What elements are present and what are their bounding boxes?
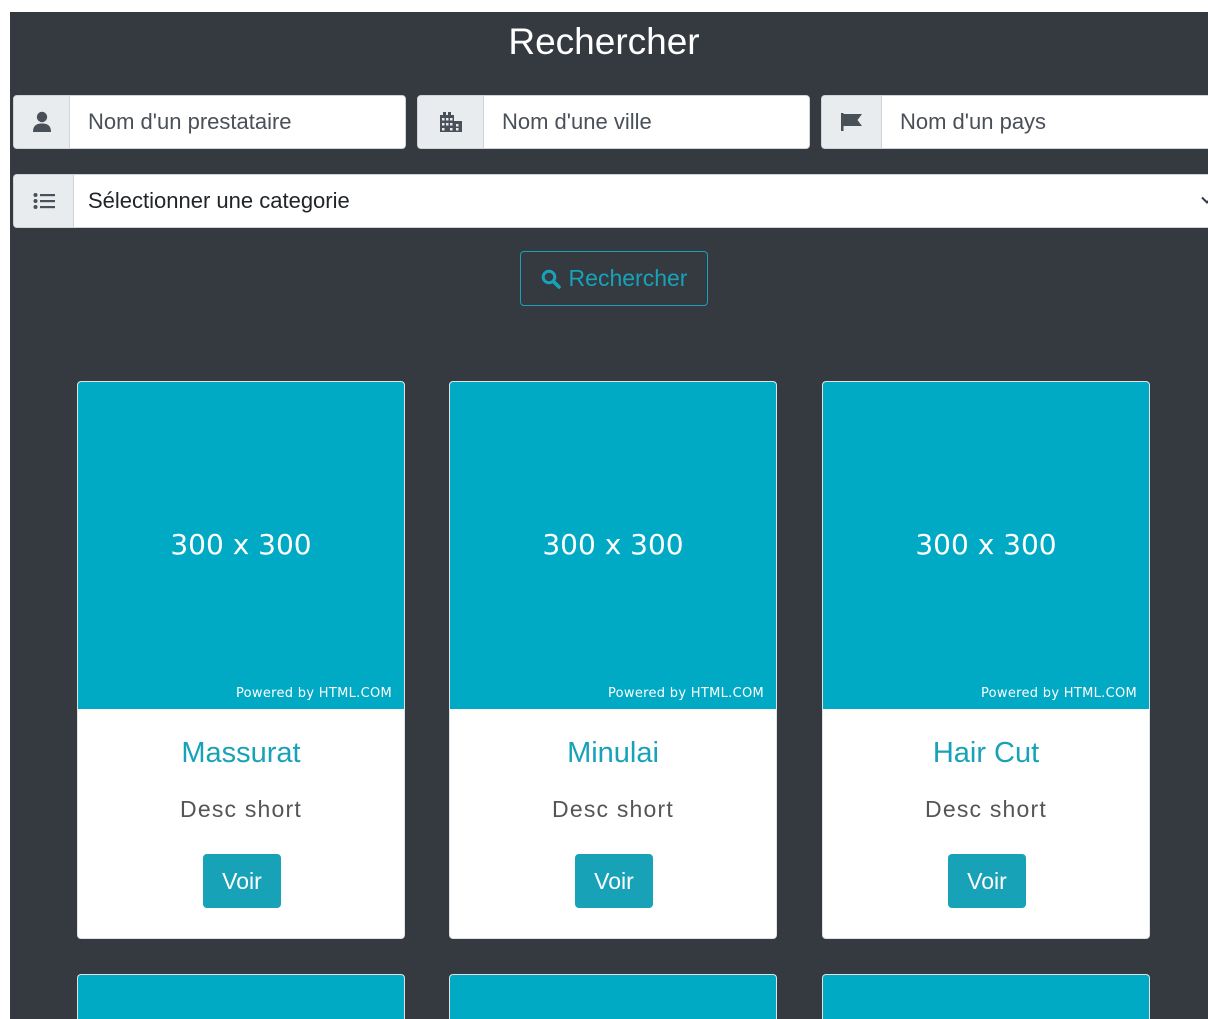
page: Rechercher Nom d'un prestataire Nom d'un…: [10, 12, 1208, 1019]
chevron-down-icon: [1201, 196, 1208, 204]
card-image: 300 x 300 Powered by HTML.COM: [78, 382, 404, 709]
provider-input-group: [13, 95, 406, 149]
provider-card: 300 x 300 Powered by HTML.COM Hair Cut D…: [822, 381, 1150, 939]
city-addon: [418, 96, 484, 148]
country-input[interactable]: [882, 96, 1208, 148]
provider-card-partial: [822, 974, 1150, 1019]
category-selected-value: Sélectionner une categorie: [88, 188, 350, 213]
city-icon: [439, 112, 462, 132]
card-image: 300 x 300 Powered by HTML.COM: [450, 382, 776, 709]
card-image-size: 300 x 300: [170, 528, 312, 561]
provider-addon: [14, 96, 70, 148]
view-button[interactable]: Voir: [948, 854, 1026, 908]
country-addon: [822, 96, 882, 148]
card-image-credit: Powered by HTML.COM: [607, 686, 764, 701]
card-image-size: 300 x 300: [915, 528, 1057, 561]
card-description: Desc short: [552, 796, 674, 822]
card-description: Desc short: [180, 796, 302, 822]
search-icon: [541, 269, 561, 289]
view-button[interactable]: Voir: [575, 854, 653, 908]
provider-card: 300 x 300 Powered by HTML.COM Minulai De…: [449, 381, 777, 939]
card-title: Hair Cut: [932, 737, 1040, 769]
card-image-credit: Powered by HTML.COM: [980, 686, 1137, 701]
category-select-group[interactable]: Sélectionner une categorie: [13, 174, 1208, 228]
category-addon: [14, 175, 74, 227]
provider-input[interactable]: [70, 96, 405, 148]
card-image-size: 300 x 300: [542, 528, 684, 561]
page-title: Rechercher: [508, 21, 700, 62]
card-title: Massurat: [181, 737, 301, 769]
search-button-label: Rechercher: [568, 265, 688, 291]
user-icon: [32, 111, 51, 132]
card-title: Minulai: [567, 737, 659, 769]
city-input[interactable]: [484, 96, 809, 148]
view-button[interactable]: Voir: [203, 854, 281, 908]
provider-card-partial: [77, 974, 405, 1019]
category-select[interactable]: Sélectionner une categorie: [74, 175, 1208, 227]
list-icon: [33, 193, 55, 209]
flag-icon: [840, 113, 862, 131]
search-button[interactable]: Rechercher: [520, 251, 708, 306]
provider-card-partial: [449, 974, 777, 1019]
city-input-group: [417, 95, 810, 149]
provider-card: 300 x 300 Powered by HTML.COM Massurat D…: [77, 381, 405, 939]
card-image-credit: Powered by HTML.COM: [235, 686, 392, 701]
card-image: 300 x 300 Powered by HTML.COM: [823, 382, 1149, 709]
card-description: Desc short: [925, 796, 1047, 822]
country-input-group: [821, 95, 1208, 149]
